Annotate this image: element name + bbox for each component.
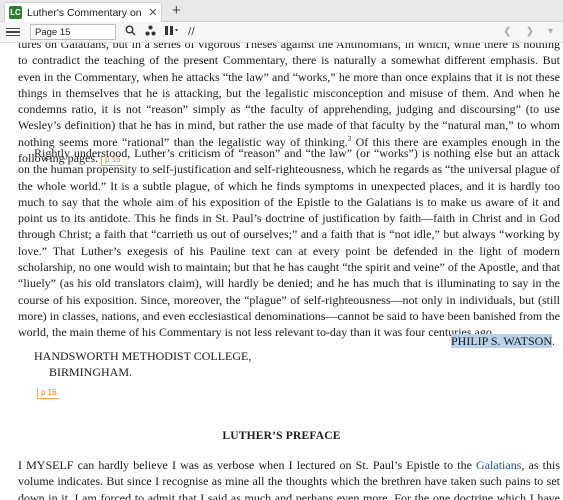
tab-bar: LC Luther's Commentary on Galatians ✕ +: [0, 0, 563, 22]
share-icon[interactable]: [145, 25, 156, 39]
paragraph: Rightly understood, Luther’s criticism o…: [18, 146, 560, 340]
close-tab-icon[interactable]: ✕: [145, 6, 161, 19]
parallel-icon[interactable]: //: [188, 27, 195, 37]
document-tab[interactable]: LC Luther's Commentary on Galatians ✕: [4, 2, 162, 22]
address-block: HANDSWORTH METHODIST COLLEGE, BIRMINGHAM…: [34, 348, 251, 380]
tab-title: Luther's Commentary on Galatians: [27, 6, 145, 19]
section-heading: LUTHER’S PREFACE: [222, 430, 341, 442]
toolbar: Page 15 // ❮ ❯ ▾: [0, 22, 563, 43]
document-view[interactable]: tures on Galatians, but in a series of v…: [0, 43, 563, 500]
address-line: BIRMINGHAM.: [49, 365, 133, 379]
address-line: HANDSWORTH METHODIST COLLEGE,: [34, 349, 252, 363]
selected-text[interactable]: PHILIP S. WATSON: [450, 334, 552, 348]
app-logo-icon: LC: [9, 6, 22, 19]
dropdown-icon[interactable]: ▾: [548, 26, 553, 37]
page-marker: p 16: [37, 388, 59, 399]
nav-controls: ❮ ❯ ▾: [503, 26, 553, 37]
back-icon[interactable]: ❮: [503, 26, 511, 37]
bible-link[interactable]: Galatians: [476, 458, 521, 472]
new-tab-button[interactable]: +: [172, 2, 181, 19]
author-signature: PHILIP S. WATSON.: [450, 334, 555, 348]
menu-icon[interactable]: [6, 27, 20, 37]
paragraph: I MYSELF can hardly believe I was as ver…: [18, 458, 560, 500]
search-icon[interactable]: [125, 25, 136, 39]
columns-icon[interactable]: [165, 25, 179, 39]
forward-icon[interactable]: ❯: [526, 26, 534, 37]
reference-box[interactable]: Page 15: [30, 24, 116, 40]
